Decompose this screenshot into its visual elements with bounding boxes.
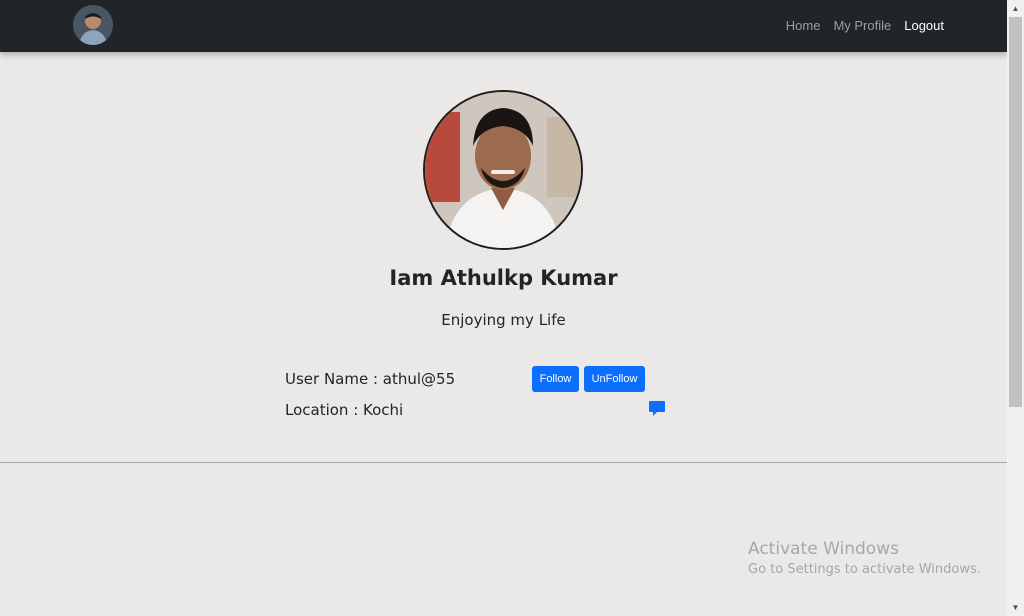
watermark-subtitle: Go to Settings to activate Windows.: [748, 562, 981, 577]
unfollow-button[interactable]: UnFollow: [584, 366, 645, 392]
nav-avatar[interactable]: [73, 5, 113, 45]
profile-name: Iam Athulkp Kumar: [389, 266, 618, 290]
navbar: Home My Profile Logout: [0, 0, 1007, 52]
scroll-up-arrow-icon[interactable]: ▲: [1007, 0, 1024, 17]
scroll-down-arrow-icon[interactable]: ▼: [1007, 599, 1024, 616]
vertical-scrollbar[interactable]: ▲ ▼: [1007, 0, 1024, 616]
nav-my-profile-link[interactable]: My Profile: [833, 18, 891, 33]
avatar-image: [73, 5, 113, 45]
scroll-thumb[interactable]: [1009, 17, 1022, 407]
profile-photo-image: [425, 92, 581, 248]
nav-links: Home My Profile Logout: [786, 18, 944, 33]
location-info: Location : Kochi: [285, 401, 404, 419]
profile-photo: [423, 90, 583, 250]
chat-bubble-icon[interactable]: [648, 400, 666, 418]
section-divider: [0, 462, 1007, 463]
nav-home-link[interactable]: Home: [786, 18, 821, 33]
windows-activation-watermark: Activate Windows Go to Settings to activ…: [748, 539, 981, 577]
profile-bio: Enjoying my Life: [441, 311, 566, 329]
follow-button[interactable]: Follow: [532, 366, 579, 392]
username-info: User Name : athul@55: [285, 370, 456, 388]
nav-logout-link[interactable]: Logout: [904, 18, 944, 33]
watermark-title: Activate Windows: [748, 539, 899, 559]
